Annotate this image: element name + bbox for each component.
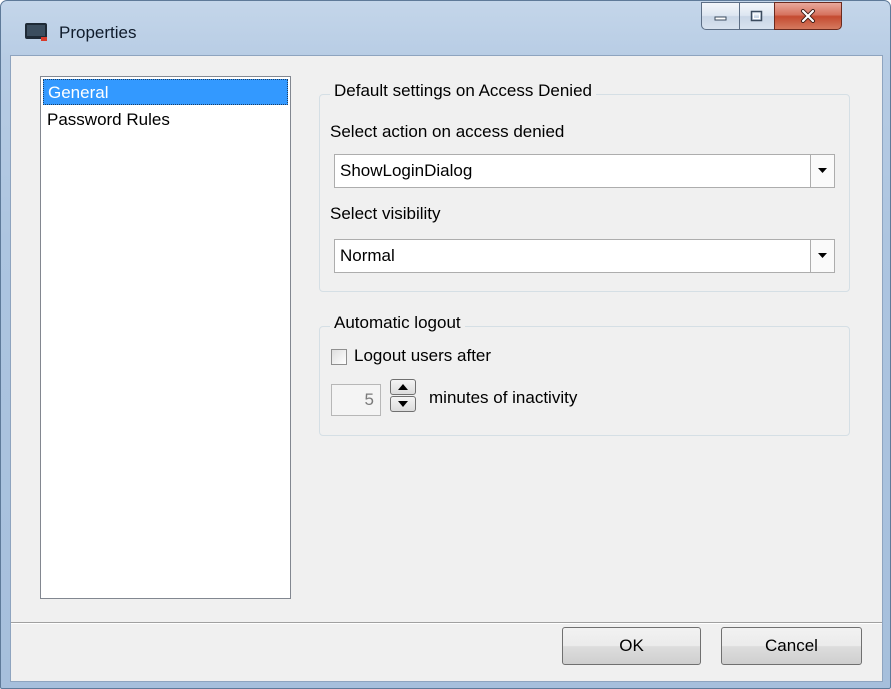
action-dropdown-value: ShowLoginDialog [340,161,473,180]
properties-window: Properties General Password Rules Defaul… [0,0,891,689]
nav-item-password-rules[interactable]: Password Rules [43,107,288,133]
minutes-value: 5 [364,390,374,409]
footer-separator [11,622,882,624]
chevron-up-icon [398,384,408,390]
chevron-down-icon [818,168,827,173]
minimize-button[interactable] [701,2,739,30]
visibility-label: Select visibility [330,204,441,223]
chevron-down-icon [818,253,827,258]
maximize-icon [750,10,763,22]
dialog-client-area: General Password Rules Default settings … [10,55,883,682]
nav-item-general[interactable]: General [43,79,288,105]
logout-users-label[interactable]: Logout users after [354,346,491,366]
close-button[interactable] [774,2,842,30]
ok-button[interactable]: OK [562,627,701,665]
cancel-button[interactable]: Cancel [721,627,862,665]
visibility-dropdown-value: Normal [340,246,395,265]
maximize-button[interactable] [739,2,774,30]
window-title: Properties [59,23,137,42]
minutes-increment-button[interactable] [390,379,416,395]
category-list[interactable]: General Password Rules [40,76,291,599]
chevron-down-icon [398,401,408,407]
close-icon [801,9,815,23]
logout-users-checkbox[interactable] [331,349,347,365]
console-app-icon [25,23,47,41]
action-dropdown[interactable]: ShowLoginDialog [334,154,835,188]
caption-buttons [701,2,872,33]
minimize-icon [714,16,726,21]
minutes-decrement-button[interactable] [390,396,416,412]
title-bar[interactable]: Properties [1,1,890,53]
visibility-dropdown[interactable]: Normal [334,239,835,273]
visibility-dropdown-toggle[interactable] [810,240,834,272]
action-label: Select action on access denied [330,122,565,141]
action-dropdown-toggle[interactable] [810,155,834,187]
access-denied-legend: Default settings on Access Denied [330,81,596,101]
minutes-suffix-label: minutes of inactivity [429,388,578,407]
minutes-input[interactable]: 5 [331,384,381,416]
automatic-logout-legend: Automatic logout [330,313,465,333]
